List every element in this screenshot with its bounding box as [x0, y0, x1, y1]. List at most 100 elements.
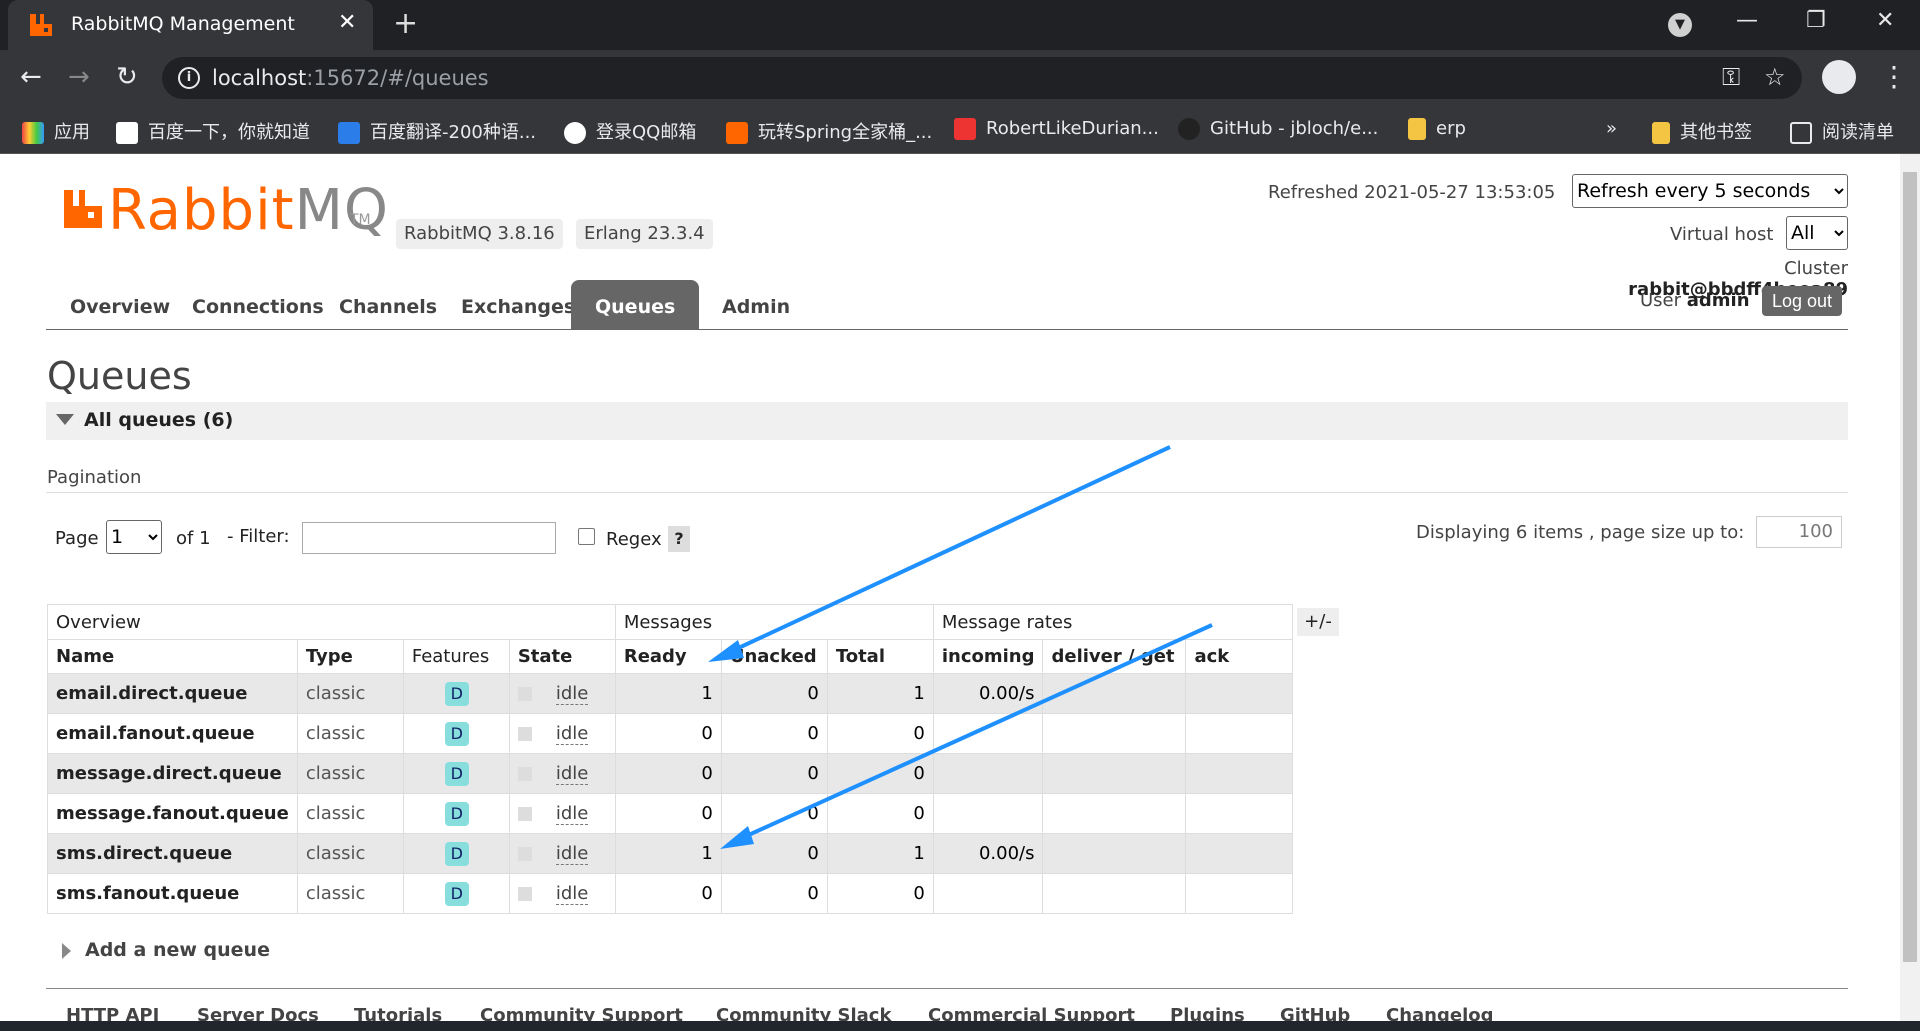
page-size-input[interactable]: 100 — [1756, 516, 1842, 548]
minimize-icon[interactable]: — — [1736, 8, 1758, 33]
table-row[interactable]: sms.direct.queue classic D idle 1 0 1 0.… — [47, 833, 1294, 874]
col-type[interactable]: Type — [296, 639, 404, 674]
reading-list[interactable]: 阅读清单 — [1790, 118, 1894, 144]
tab-search-icon[interactable]: ▼ — [1668, 13, 1692, 37]
reload-icon[interactable]: ↻ — [116, 62, 138, 92]
virtual-host-select[interactable]: All — [1786, 216, 1848, 250]
deliver-get-rate — [1042, 833, 1187, 874]
col-incoming[interactable]: incoming — [932, 639, 1044, 674]
bookmark-apps[interactable]: 应用 — [22, 118, 90, 144]
ack-rate — [1185, 753, 1294, 794]
tab-queues[interactable]: Queues — [571, 280, 700, 330]
collapse-triangle-icon[interactable] — [56, 414, 74, 425]
pagination-label[interactable]: Pagination — [47, 467, 141, 488]
bookmark-baidu-translate[interactable]: 百度翻译-200种语... — [338, 118, 536, 144]
all-queues-section-header[interactable]: All queues (6) — [46, 402, 1848, 440]
filter-input[interactable] — [302, 522, 556, 554]
footer-divider — [46, 988, 1848, 989]
col-ready[interactable]: Ready — [614, 639, 722, 674]
close-tab-icon[interactable]: ✕ — [338, 10, 356, 35]
ready-count: 0 — [614, 793, 722, 834]
page-label: Page — [55, 528, 99, 549]
col-deliver-get[interactable]: deliver / get — [1042, 639, 1187, 674]
bookmark-baidu[interactable]: 百度一下，你就知道 — [116, 118, 310, 144]
col-ack[interactable]: ack — [1185, 639, 1294, 674]
queue-name-link[interactable]: message.fanout.queue — [47, 793, 298, 834]
col-unacked[interactable]: Unacked — [720, 639, 828, 674]
queue-name-link[interactable]: email.direct.queue — [47, 673, 298, 714]
col-state[interactable]: State — [508, 639, 616, 674]
password-key-icon[interactable]: ⚿ — [1722, 63, 1740, 91]
virtual-host-label: Virtual host — [1670, 224, 1774, 245]
back-icon[interactable]: ← — [20, 62, 42, 92]
divider — [46, 492, 1848, 493]
all-queues-label[interactable]: All queues (6) — [84, 409, 233, 431]
total-count: 1 — [826, 673, 934, 714]
scrollbar-thumb[interactable] — [1903, 172, 1917, 962]
page-content: RabbitMQ TM RabbitMQ 3.8.16 Erlang 23.3.… — [0, 154, 1920, 1031]
window-close-icon[interactable]: ✕ — [1876, 8, 1894, 33]
bookmark-erp[interactable]: erp — [1408, 118, 1466, 140]
bookmark-robert[interactable]: RobertLikeDurian... — [954, 118, 1159, 140]
col-total[interactable]: Total — [826, 639, 934, 674]
page-scrollbar[interactable] — [1900, 154, 1920, 1021]
browser-menu-icon[interactable]: ⋮ — [1880, 60, 1908, 93]
restore-icon[interactable]: ❐ — [1806, 8, 1826, 33]
state-indicator-icon — [517, 887, 532, 901]
table-row[interactable]: message.direct.queue classic D idle 0 0 … — [47, 753, 1294, 794]
new-tab-icon[interactable]: + — [393, 6, 418, 41]
bookmark-github[interactable]: GitHub - jbloch/e... — [1178, 118, 1378, 140]
page-title: Queues — [47, 354, 192, 398]
durable-badge: D — [444, 881, 469, 906]
expand-triangle-icon[interactable] — [62, 943, 71, 959]
browser-tab[interactable]: RabbitMQ Management ✕ — [8, 0, 373, 50]
address-bar[interactable]: i localhost:15672/#/queues ⚿ ☆ — [162, 57, 1802, 99]
bookmark-other[interactable]: 其他书签 — [1652, 118, 1752, 144]
col-name[interactable]: Name — [47, 639, 298, 674]
bookmark-qq-mail[interactable]: 登录QQ邮箱 — [564, 118, 696, 144]
column-toggle-button[interactable]: +/- — [1297, 608, 1339, 636]
table-row[interactable]: sms.fanout.queue classic D idle 0 0 0 — [47, 873, 1294, 914]
unacked-count: 0 — [720, 673, 828, 714]
queue-state: idle — [508, 793, 616, 834]
refresh-interval-select[interactable]: Refresh every 5 seconds — [1572, 174, 1848, 208]
ack-rate — [1185, 793, 1294, 834]
regex-checkbox[interactable] — [578, 528, 595, 545]
queue-type: classic — [296, 713, 404, 754]
col-features[interactable]: Features — [402, 639, 510, 674]
filter-label: - Filter: — [227, 526, 290, 547]
queue-type: classic — [296, 873, 404, 914]
state-indicator-icon — [517, 727, 532, 741]
deliver-get-rate — [1042, 753, 1187, 794]
queue-name-link[interactable]: sms.fanout.queue — [47, 873, 298, 914]
queue-name-link[interactable]: message.direct.queue — [47, 753, 298, 794]
add-new-queue-section[interactable]: Add a new queue — [85, 939, 270, 961]
table-row[interactable]: email.direct.queue classic D idle 1 0 1 … — [47, 673, 1294, 714]
profile-avatar-icon[interactable] — [1822, 60, 1856, 94]
forward-icon[interactable]: → — [68, 62, 90, 92]
total-count: 0 — [826, 753, 934, 794]
browser-tab-bar: RabbitMQ Management ✕ + ▼ — ❐ ✕ — [0, 0, 1920, 50]
queue-state: idle — [508, 673, 616, 714]
total-count: 0 — [826, 873, 934, 914]
table-row[interactable]: message.fanout.queue classic D idle 0 0 … — [47, 793, 1294, 834]
queue-name-link[interactable]: sms.direct.queue — [47, 833, 298, 874]
tab-admin[interactable]: Admin — [698, 280, 814, 330]
table-row[interactable]: email.fanout.queue classic D idle 0 0 0 — [47, 713, 1294, 754]
bookmark-spring[interactable]: 玩转Spring全家桶_... — [726, 118, 932, 144]
page-select[interactable]: 1 — [106, 520, 162, 554]
logo-mq-text: MQ — [294, 178, 390, 243]
bookmarks-overflow[interactable]: » — [1606, 118, 1617, 139]
logo-tm: TM — [350, 212, 371, 228]
ready-count: 0 — [614, 713, 722, 754]
queue-name-link[interactable]: email.fanout.queue — [47, 713, 298, 754]
ack-rate — [1185, 833, 1294, 874]
total-count: 0 — [826, 713, 934, 754]
bookmark-star-icon[interactable]: ☆ — [1764, 63, 1786, 91]
folder-icon — [1652, 122, 1670, 144]
regex-help-button[interactable]: ? — [668, 526, 690, 552]
url-text[interactable]: localhost:15672/#/queues — [212, 66, 489, 90]
queue-features: D — [402, 793, 510, 834]
queue-features: D — [402, 873, 510, 914]
site-info-icon[interactable]: i — [178, 67, 200, 89]
